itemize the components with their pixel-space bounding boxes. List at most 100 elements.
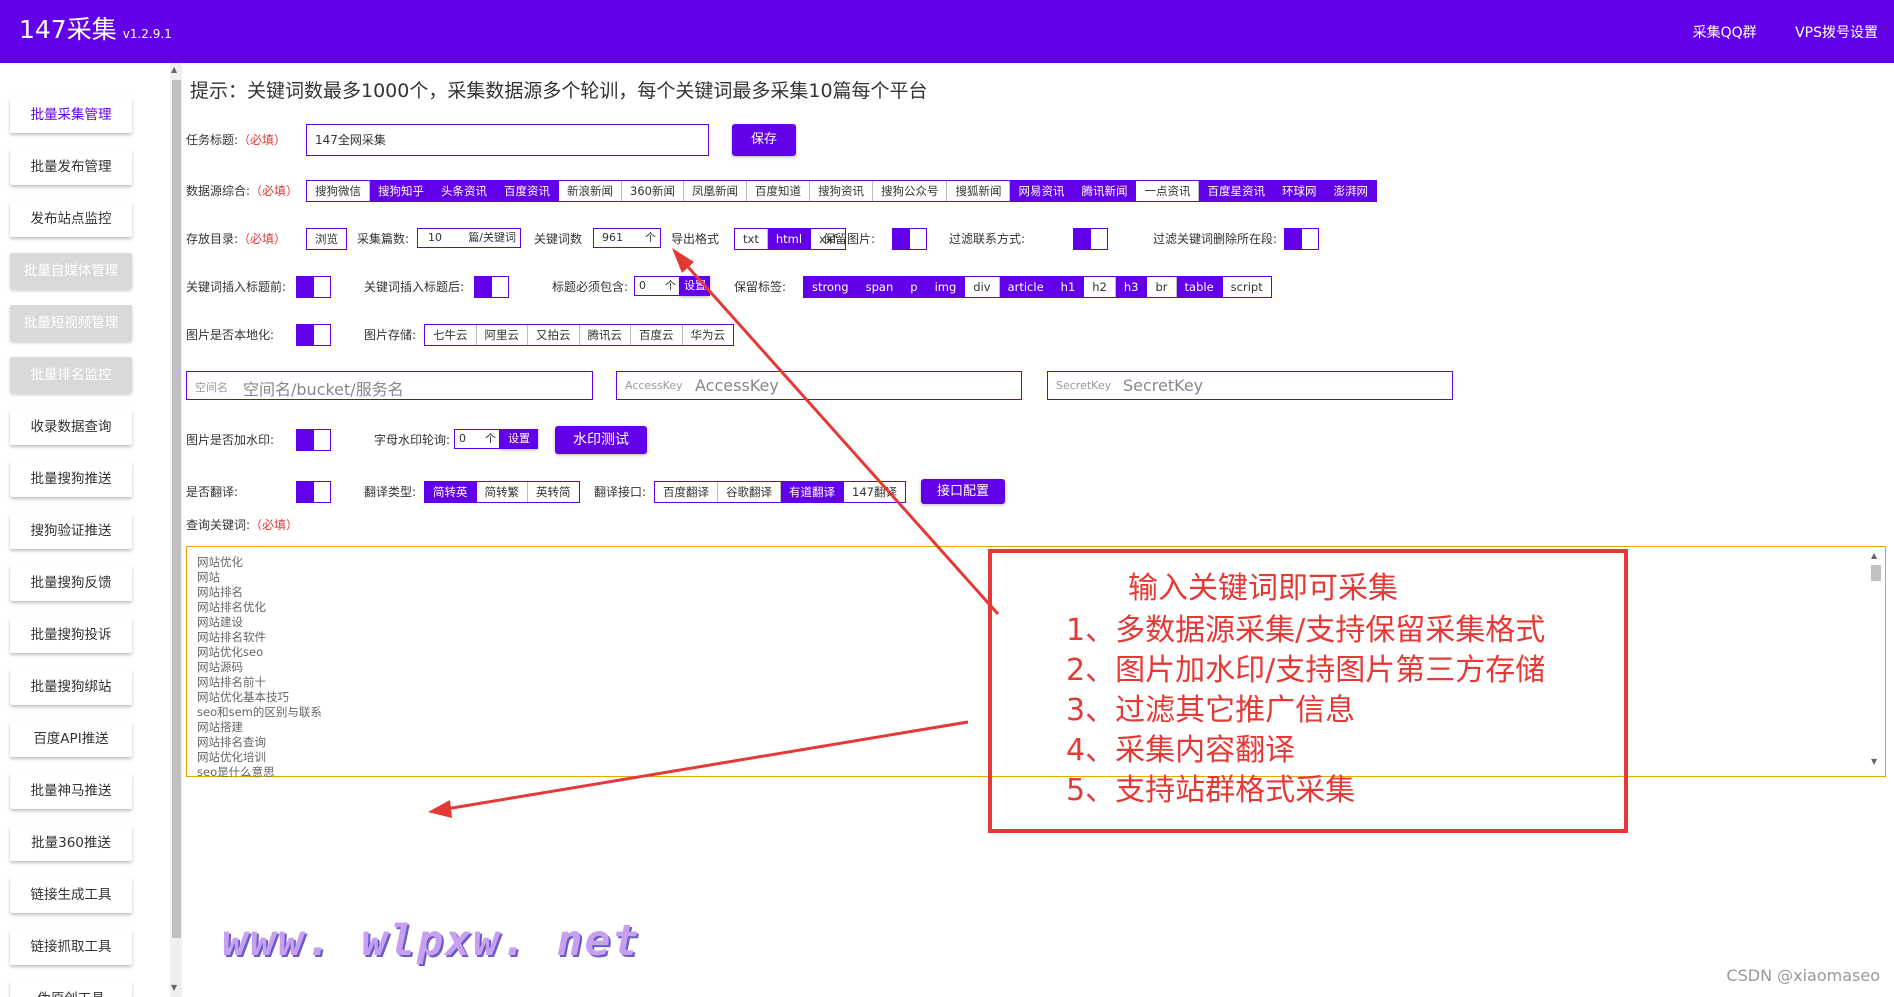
sidebar-item-360-push[interactable]: 批量360推送: [10, 825, 132, 861]
browse-button[interactable]: 浏览: [306, 228, 347, 250]
data-source-option-0[interactable]: 搜狗微信: [307, 181, 370, 201]
keyword-line: 网站优化: [197, 555, 243, 569]
secret-key-input[interactable]: SecretKey SecretKey: [1047, 371, 1453, 400]
top-bar: 147采集 v1.2.9.1 采集QQ群 VPS拨号设置: [0, 0, 1894, 63]
data-source-option-10[interactable]: 搜狐新闻: [947, 181, 1011, 201]
textarea-scrollbar[interactable]: ▲ ▼: [1869, 551, 1883, 773]
image-storage-option-4[interactable]: 百度云: [631, 325, 683, 345]
export-format-option-1[interactable]: html: [767, 229, 812, 249]
brand-name: 147采集: [19, 15, 117, 44]
sidebar-item-pseudo-original[interactable]: 伪原创工具: [10, 981, 132, 997]
qq-group-link[interactable]: 采集QQ群: [1693, 25, 1757, 41]
sidebar-item-sogou-verify[interactable]: 搜狗验证推送: [10, 513, 132, 549]
sidebar-item-batch-collect[interactable]: 批量采集管理: [10, 97, 132, 133]
data-source-option-15[interactable]: 环球网: [1273, 181, 1326, 201]
api-config-button[interactable]: 接口配置: [921, 479, 1005, 504]
sidebar-item-rank-monitor: 批量排名监控: [10, 357, 132, 393]
sidebar-item-sogou-push[interactable]: 批量搜狗推送: [10, 461, 132, 497]
data-source-option-14[interactable]: 百度星资讯: [1199, 181, 1274, 201]
data-source-option-1[interactable]: 搜狗知乎: [370, 181, 433, 201]
storage-dir-label: 存放目录:（必填）: [186, 232, 287, 246]
translate-label: 是否翻译:: [186, 485, 239, 499]
keep-tag-option-4[interactable]: div: [965, 277, 1000, 297]
sidebar-item-sogou-feedback[interactable]: 批量搜狗反馈: [10, 565, 132, 601]
title-must-contain-set-button[interactable]: 设置: [680, 276, 710, 296]
keep-tag-option-2[interactable]: p: [902, 277, 927, 297]
image-storage-option-1[interactable]: 阿里云: [476, 325, 528, 345]
insert-after-title-toggle[interactable]: [474, 276, 509, 298]
sidebar-item-link-generator[interactable]: 链接生成工具: [10, 877, 132, 913]
access-key-input[interactable]: AccessKey AccessKey: [616, 371, 1022, 400]
export-format-option-0[interactable]: txt: [735, 229, 768, 249]
sidebar-item-link-crawler[interactable]: 链接抓取工具: [10, 929, 132, 965]
data-source-option-9[interactable]: 搜狗公众号: [872, 181, 948, 201]
keep-tag-option-11[interactable]: script: [1222, 277, 1271, 297]
translate-type-option-1[interactable]: 简转繁: [476, 482, 528, 502]
title-must-contain-input[interactable]: 0个: [634, 276, 680, 296]
image-storage-option-3[interactable]: 腾讯云: [579, 325, 631, 345]
keep-tag-option-5[interactable]: article: [999, 277, 1053, 297]
keyword-count-input[interactable]: 961 个: [593, 228, 661, 248]
vps-dial-settings-link[interactable]: VPS拨号设置: [1795, 25, 1878, 41]
image-storage-option-2[interactable]: 又拍云: [528, 325, 580, 345]
image-storage-label: 图片存储:: [364, 328, 417, 342]
translate-toggle[interactable]: [296, 481, 331, 503]
keep-tags-label: 保留标签:: [734, 280, 787, 294]
data-source-option-12[interactable]: 腾讯新闻: [1073, 181, 1137, 201]
data-source-option-3[interactable]: 百度资讯: [496, 181, 559, 201]
data-source-option-4[interactable]: 新浪新闻: [559, 181, 622, 201]
annotation-callout: 输入关键词即可采集 1、多数据源采集/支持保留采集格式 2、图片加水印/支持图片…: [988, 549, 1628, 833]
translate-api-option-3[interactable]: 147翻译: [844, 482, 905, 502]
translate-api-option-2[interactable]: 有道翻译: [781, 482, 844, 502]
site-watermark: www. wlpxw. net: [222, 916, 641, 966]
sidebar-item-baidu-api[interactable]: 百度API推送: [10, 721, 132, 757]
keep-tag-option-8[interactable]: h3: [1115, 277, 1148, 297]
keep-tag-option-6[interactable]: h1: [1052, 277, 1085, 297]
sidebar-item-sogou-bind[interactable]: 批量搜狗绑站: [10, 669, 132, 705]
image-storage-option-5[interactable]: 华为云: [682, 325, 733, 345]
scroll-up-icon[interactable]: ▲: [171, 65, 177, 74]
translate-api-option-0[interactable]: 百度翻译: [655, 482, 718, 502]
sidebar-item-batch-publish[interactable]: 批量发布管理: [10, 149, 132, 185]
image-localize-toggle[interactable]: [296, 324, 331, 346]
keep-tag-option-1[interactable]: span: [857, 277, 903, 297]
data-source-option-5[interactable]: 360新闻: [622, 181, 684, 201]
keep-tag-option-7[interactable]: h2: [1084, 277, 1116, 297]
data-source-option-7[interactable]: 百度知道: [746, 181, 810, 201]
sidebar-item-sogou-complaint[interactable]: 批量搜狗投诉: [10, 617, 132, 653]
sidebar-item-shenma-push[interactable]: 批量神马推送: [10, 773, 132, 809]
data-source-option-6[interactable]: 凤凰新闻: [683, 181, 747, 201]
data-source-option-8[interactable]: 搜狗资讯: [809, 181, 873, 201]
keep-tag-option-10[interactable]: table: [1176, 277, 1223, 297]
sidebar-item-site-monitor[interactable]: 发布站点监控: [10, 201, 132, 237]
scroll-down-icon[interactable]: ▼: [171, 983, 177, 992]
translate-api-option-1[interactable]: 谷歌翻译: [718, 482, 781, 502]
page-scrollbar-thumb[interactable]: [172, 80, 181, 938]
data-source-option-16[interactable]: 澎湃网: [1325, 181, 1376, 201]
keep-tags-selector: strong span p img div article h1 h2 h3 br table scr…: [803, 276, 1272, 298]
tip-text: 提示：关键词数最多1000个，采集数据源多个轮训，每个关键词最多采集10篇每个平…: [190, 80, 928, 102]
translate-type-option-2[interactable]: 英转简: [528, 482, 579, 502]
keep-tag-option-9[interactable]: br: [1147, 277, 1177, 297]
insert-before-title-toggle[interactable]: [296, 276, 331, 298]
filter-contact-toggle[interactable]: [1073, 228, 1108, 250]
keep-image-toggle[interactable]: [892, 228, 927, 250]
sidebar-item-index-query[interactable]: 收录数据查询: [10, 409, 132, 445]
keep-tag-option-0[interactable]: strong: [804, 277, 858, 297]
data-source-option-11[interactable]: 网易资讯: [1010, 181, 1074, 201]
letter-watermark-input[interactable]: 0个: [454, 429, 500, 449]
task-title-input[interactable]: 147全网采集: [306, 124, 709, 156]
bucket-name-input[interactable]: 空间名 空间名/bucket/服务名: [186, 371, 593, 400]
filter-contact-label: 过滤联系方式:: [949, 232, 1026, 246]
keep-tag-option-3[interactable]: img: [926, 277, 966, 297]
save-button[interactable]: 保存: [732, 124, 796, 156]
filter-keyword-delete-toggle[interactable]: [1284, 228, 1319, 250]
watermark-test-button[interactable]: 水印测试: [555, 426, 647, 454]
data-source-option-13[interactable]: 一点资讯: [1136, 181, 1200, 201]
data-source-option-2[interactable]: 头条资讯: [433, 181, 496, 201]
image-watermark-toggle[interactable]: [296, 429, 331, 451]
collect-count-input[interactable]: 10 篇/关键词: [417, 228, 521, 248]
letter-watermark-set-button[interactable]: 设置: [500, 429, 538, 449]
image-storage-option-0[interactable]: 七牛云: [425, 325, 477, 345]
translate-type-option-0[interactable]: 简转英: [425, 482, 477, 502]
